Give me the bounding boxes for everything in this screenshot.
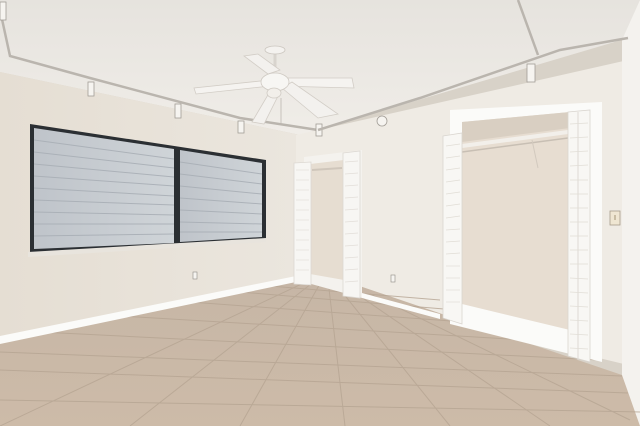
bifold-door xyxy=(442,132,463,325)
electrical-outlet-back xyxy=(390,274,396,283)
right-closet xyxy=(442,102,602,363)
right-wall xyxy=(622,0,640,426)
electrical-outlet xyxy=(192,271,198,280)
bifold-door xyxy=(293,161,312,286)
left-closet xyxy=(293,150,362,299)
room-photo xyxy=(0,0,640,426)
